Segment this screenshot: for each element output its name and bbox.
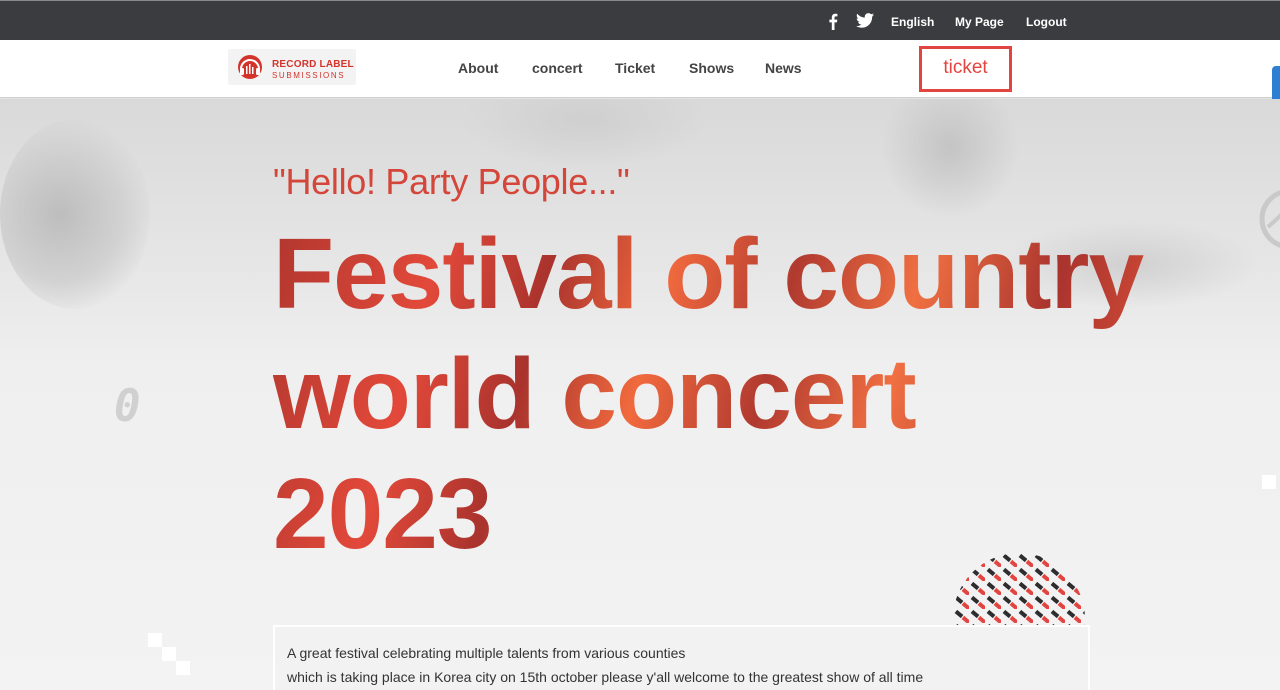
headline-line-2: world concert (273, 338, 916, 450)
logout-link[interactable]: Logout (1026, 15, 1067, 29)
description-line-1: A great festival celebrating multiple ta… (287, 645, 686, 661)
background-shape (880, 99, 1020, 219)
main-nav: RECORD LABEL SUBMISSIONS About concert T… (0, 40, 1280, 98)
decor-square (148, 633, 162, 647)
dot-pattern-decoration (953, 553, 1085, 625)
wheel-decoration-icon (1259, 190, 1280, 248)
hero-headline: Festival of country world concert 2023 (273, 214, 1153, 574)
headphones-icon (238, 55, 262, 79)
nav-item-shows[interactable]: Shows (689, 60, 734, 76)
twitter-icon[interactable] (856, 13, 874, 33)
hero-tagline: "Hello! Party People..." (273, 161, 630, 202)
description-line-2: which is taking place in Korea city on 1… (287, 669, 924, 685)
nav-item-ticket[interactable]: Ticket (615, 60, 655, 76)
my-page-link[interactable]: My Page (955, 15, 1004, 29)
decor-square (176, 661, 190, 675)
decor-square (1262, 475, 1276, 489)
hero-section: 0 "Hello! Party People..." Festival of c… (0, 99, 1280, 690)
nav-item-about[interactable]: About (458, 60, 498, 76)
logo[interactable]: RECORD LABEL SUBMISSIONS (228, 49, 356, 85)
top-bar: English My Page Logout (0, 0, 1280, 40)
background-shape (460, 99, 710, 169)
facebook-icon[interactable] (828, 13, 838, 35)
nav-item-news[interactable]: News (765, 60, 802, 76)
decor-digit: 0 (114, 381, 141, 432)
logo-text-line2: SUBMISSIONS (272, 71, 346, 80)
ticket-button[interactable]: ticket (919, 46, 1012, 92)
background-shape (0, 119, 150, 309)
nav-item-concert[interactable]: concert (532, 60, 583, 76)
logo-text-line1: RECORD LABEL (272, 59, 354, 70)
headline-line-1: Festival of country (273, 218, 1144, 330)
language-link[interactable]: English (891, 15, 934, 29)
decor-square (162, 647, 176, 661)
hero-description: A great festival celebrating multiple ta… (273, 625, 1090, 690)
